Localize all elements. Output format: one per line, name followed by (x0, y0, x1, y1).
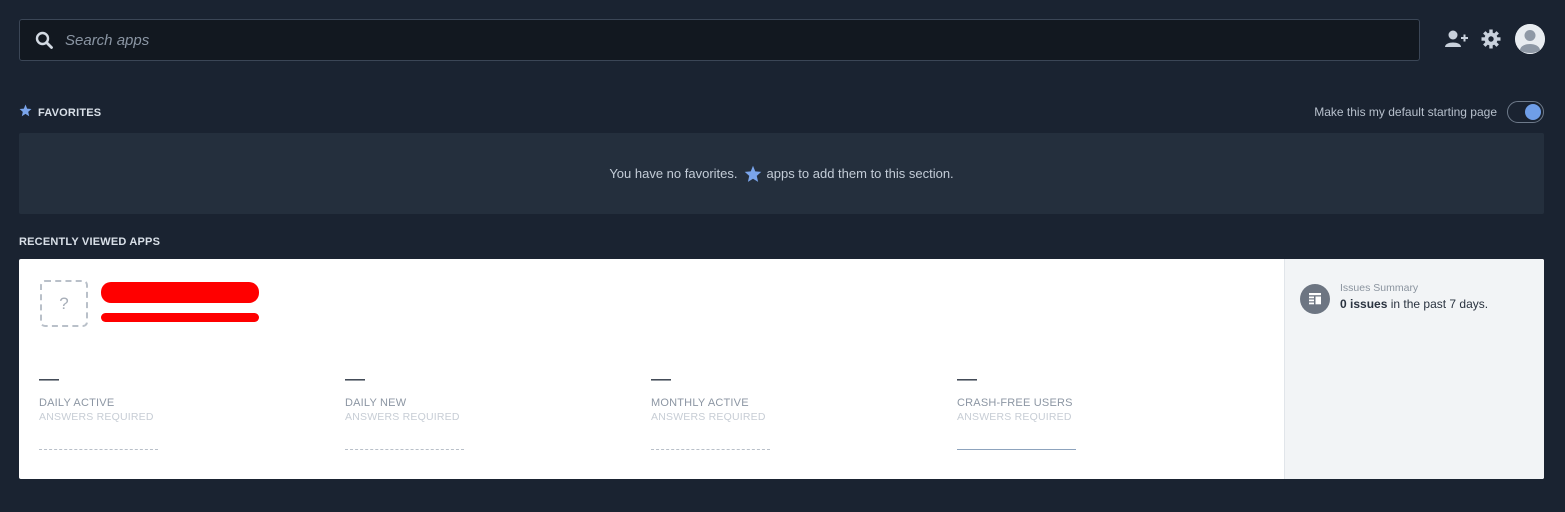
avatar[interactable] (1515, 24, 1545, 54)
favorites-title: FAVORITES (38, 107, 102, 119)
metric-sparkline (651, 449, 770, 450)
metric-sparkline (345, 449, 464, 450)
toggle-knob (1525, 104, 1541, 120)
metric-value: — (651, 368, 671, 390)
search-input[interactable] (65, 31, 1365, 49)
metric-daily-active: — DAILY ACTIVE ANSWERS REQUIRED (39, 369, 239, 450)
metric-sub: ANSWERS REQUIRED (39, 411, 154, 423)
issues-period: in the past 7 days. (1387, 297, 1489, 311)
star-icon (744, 165, 762, 183)
metric-monthly-active: — MONTHLY ACTIVE ANSWERS REQUIRED (651, 369, 851, 450)
recent-apps-title: RECENTLY VIEWED APPS (19, 236, 161, 248)
issues-title: Issues Summary (1340, 282, 1419, 294)
metric-sub: ANSWERS REQUIRED (957, 411, 1072, 423)
issues-summary-panel: Issues Summary 0 issues in the past 7 da… (1284, 259, 1544, 479)
app-name-redacted (101, 282, 259, 303)
favorites-panel: You have no favorites. apps to add them … (19, 133, 1544, 214)
app-card-main: ? — DAILY ACTIVE ANSWERS REQUIRED — DAIL… (19, 259, 1284, 479)
default-page-setting: Make this my default starting page (1314, 101, 1544, 123)
default-page-label: Make this my default starting page (1314, 105, 1497, 119)
metric-sparkline (957, 449, 1076, 450)
star-icon (19, 104, 32, 122)
metric-label: DAILY ACTIVE (39, 397, 115, 409)
metric-value: — (345, 368, 365, 390)
metric-sub: ANSWERS REQUIRED (345, 411, 460, 423)
header-actions (1444, 24, 1545, 54)
default-page-toggle[interactable] (1507, 101, 1544, 123)
favorites-empty-text-end: apps to add them to this section. (766, 166, 954, 181)
app-id-redacted (101, 313, 259, 322)
app-icon-placeholder: ? (40, 280, 88, 327)
issues-description: 0 issues in the past 7 days. (1340, 297, 1488, 311)
issues-count: 0 issues (1340, 297, 1388, 311)
metric-value: — (39, 368, 59, 390)
search-icon (34, 30, 54, 50)
metric-daily-new: — DAILY NEW ANSWERS REQUIRED (345, 369, 545, 450)
metric-label: CRASH-FREE USERS (957, 397, 1073, 409)
search-bar[interactable] (19, 19, 1420, 61)
metric-label: MONTHLY ACTIVE (651, 397, 749, 409)
favorites-header: FAVORITES (19, 104, 101, 122)
issues-summary[interactable]: Issues Summary 0 issues in the past 7 da… (1300, 282, 1488, 314)
add-user-icon[interactable] (1444, 26, 1470, 52)
app-card[interactable]: ? — DAILY ACTIVE ANSWERS REQUIRED — DAIL… (19, 259, 1544, 479)
issues-icon (1300, 284, 1330, 314)
metric-sub: ANSWERS REQUIRED (651, 411, 766, 423)
metric-value: — (957, 368, 977, 390)
favorites-empty-text: You have no favorites. (609, 166, 738, 181)
metric-label: DAILY NEW (345, 397, 407, 409)
metric-crash-free-users: — CRASH-FREE USERS ANSWERS REQUIRED (957, 369, 1157, 450)
metric-sparkline (39, 449, 158, 450)
gear-icon[interactable] (1478, 26, 1504, 52)
